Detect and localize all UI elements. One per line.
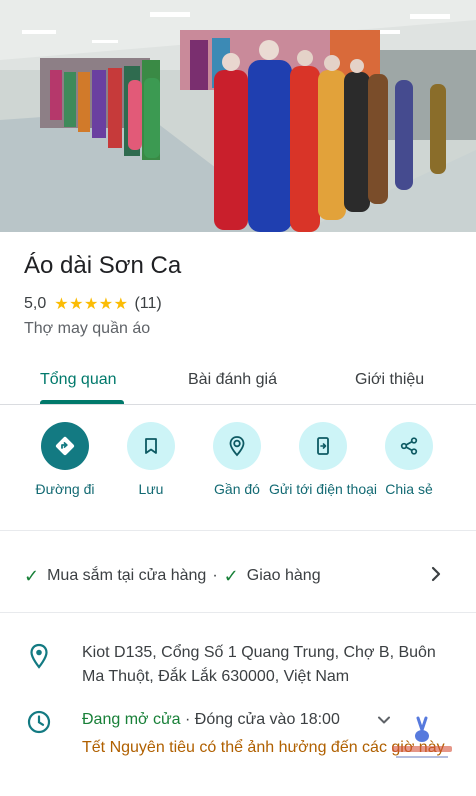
service-options[interactable]: ✓ Mua sắm tại cửa hàng · ✓ Giao hàng [24, 562, 321, 590]
tab-about[interactable]: Giới thiệu [355, 356, 424, 404]
service-separator: · [212, 567, 218, 584]
tab-overview[interactable]: Tổng quan [40, 356, 117, 404]
review-count[interactable]: (11) [134, 295, 161, 313]
rating-row[interactable]: 5,0 ★★★★★ (11) [24, 294, 162, 314]
clock-icon [27, 710, 51, 734]
check-icon: ✓ [24, 565, 40, 586]
nearby-icon [213, 422, 261, 470]
place-photo[interactable] [0, 0, 476, 232]
share-button[interactable]: Chia sẻ [354, 422, 464, 499]
bookmark-icon [127, 422, 175, 470]
chevron-right-icon[interactable] [424, 562, 448, 586]
check-icon: ✓ [223, 565, 239, 586]
save-label: Lưu [138, 481, 164, 497]
rating-value: 5,0 [24, 295, 47, 312]
tab-reviews[interactable]: Bài đánh giá [188, 356, 277, 404]
share-icon [385, 422, 433, 470]
hours-row[interactable]: Đang mở cửa · Đóng cửa vào 18:00 [82, 708, 340, 732]
place-name: Áo dài Sơn Ca [24, 252, 182, 279]
nearby-label: Gần đó [214, 481, 260, 497]
action-row: Đường đi Lưu Gần đó Gửi tới điện thoại C… [0, 422, 476, 522]
address-text[interactable]: Kiot D135, Cổng Số 1 Quang Trung, Chợ B,… [82, 641, 462, 689]
divider [0, 530, 476, 531]
active-tab-indicator [40, 400, 124, 404]
watermark-logo [392, 716, 452, 758]
divider [0, 612, 476, 613]
place-category[interactable]: Thợ may quần áo [24, 320, 150, 338]
share-label: Chia sẻ [385, 481, 433, 497]
closing-time: · Đóng cửa vào 18:00 [185, 711, 340, 728]
rating-stars: ★★★★★ [54, 296, 129, 313]
open-status: Đang mở cửa [82, 711, 181, 728]
directions-icon [41, 422, 89, 470]
service-delivery: Giao hàng [246, 567, 321, 584]
send-to-phone-icon [299, 422, 347, 470]
directions-label: Đường đi [35, 481, 95, 497]
location-pin-icon [30, 643, 48, 669]
tab-bar: Tổng quan Bài đánh giá Giới thiệu [0, 356, 476, 405]
service-in-store: Mua sắm tại cửa hàng [47, 567, 207, 584]
